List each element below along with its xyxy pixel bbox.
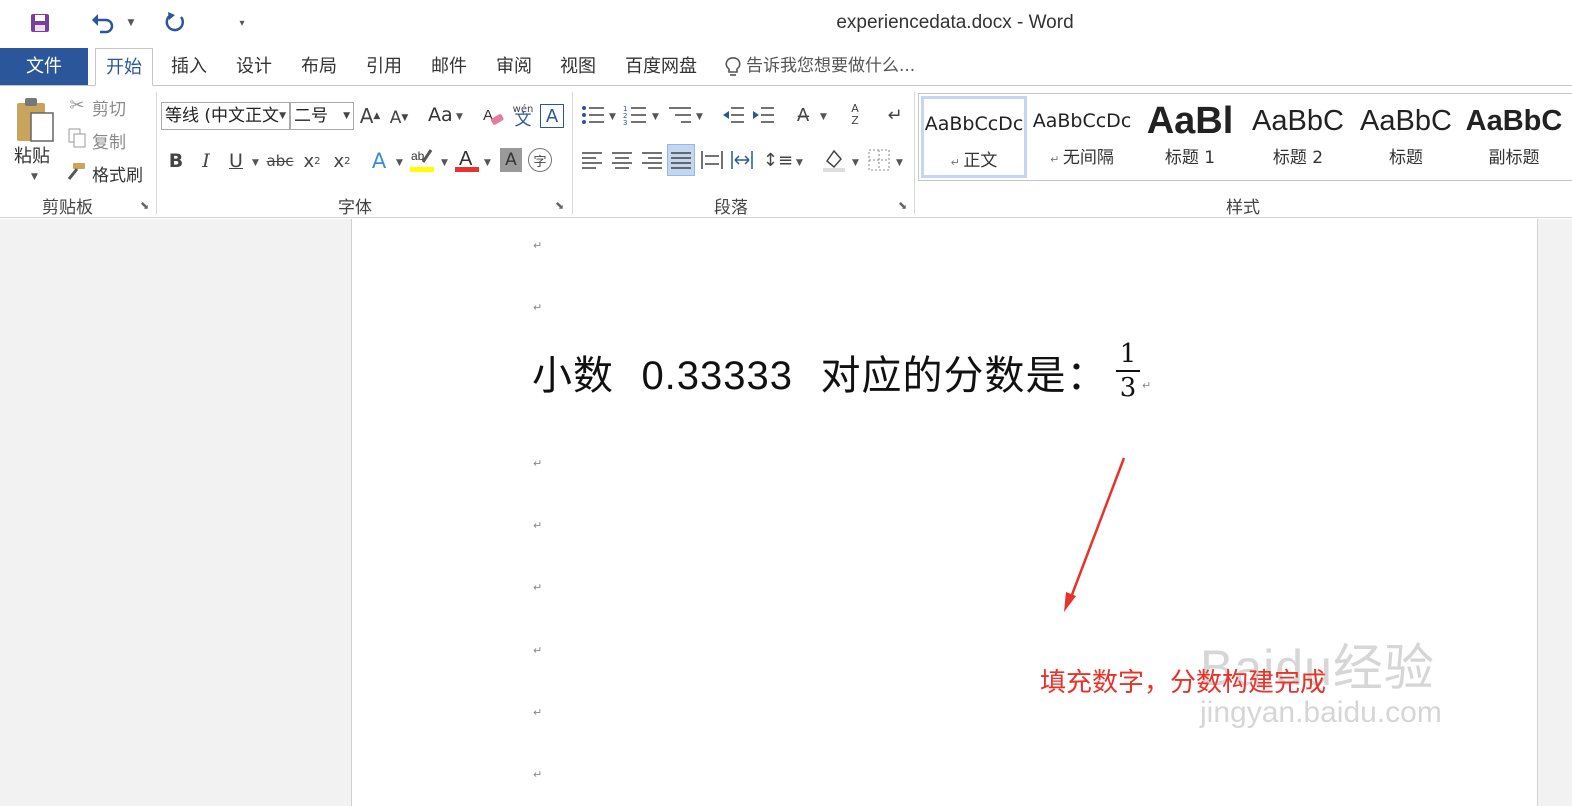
tab-home[interactable]: 开始 <box>95 48 153 86</box>
watermark-sub: jingyan.baidu.com <box>1200 696 1442 729</box>
annotation-text: 填充数字，分数构建完成 <box>1040 668 1327 698</box>
